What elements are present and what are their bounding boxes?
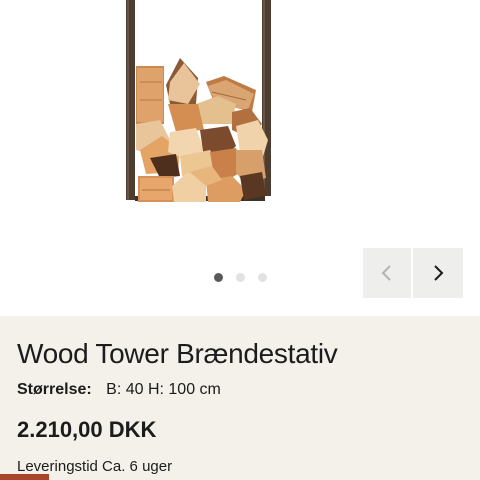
- product-price: 2.210,00 DKK: [17, 417, 157, 442]
- size-value: B: 40 H: 100 cm: [106, 381, 221, 398]
- product-size: Størrelse: B: 40 H: 100 cm: [17, 381, 221, 399]
- chevron-right-icon: [434, 265, 444, 281]
- size-label: Størrelse:: [17, 381, 92, 398]
- previous-image-button[interactable]: [363, 248, 411, 298]
- delivery-time: Leveringstid Ca. 6 uger: [17, 458, 173, 475]
- slide-dot-3[interactable]: [258, 273, 267, 282]
- gallery-navigation: [363, 248, 463, 298]
- next-image-button[interactable]: [413, 248, 463, 298]
- slide-dot-1[interactable]: [214, 273, 223, 282]
- product-page: Wood Tower Brændestativ Størrelse: B: 40…: [0, 0, 480, 480]
- accent-tab[interactable]: [0, 474, 49, 480]
- product-image[interactable]: [0, 0, 480, 240]
- product-title: Wood Tower Brændestativ: [17, 338, 338, 369]
- slide-indicator: [214, 273, 267, 282]
- product-gallery: [0, 0, 480, 316]
- slide-dot-2[interactable]: [236, 273, 245, 282]
- chevron-left-icon: [381, 265, 391, 281]
